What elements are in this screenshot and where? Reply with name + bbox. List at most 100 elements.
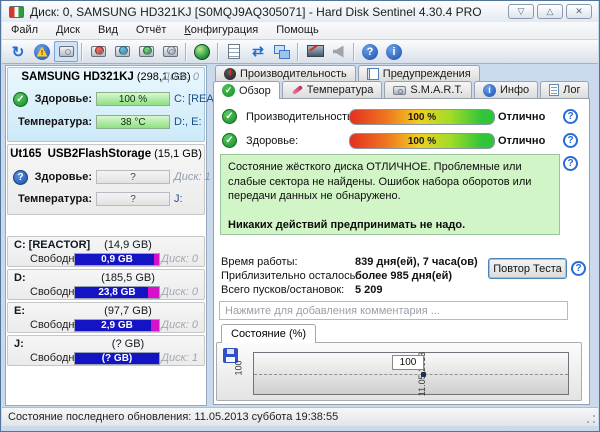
status-message: Состояние жёсткого диска ОТЛИЧНОЕ. Пробл… xyxy=(228,160,552,204)
toolbar-separator xyxy=(81,43,83,61)
tab-log[interactable]: Лог xyxy=(540,81,589,98)
pages-icon xyxy=(367,68,379,80)
help-icon[interactable]: ? xyxy=(358,41,382,62)
partition-row-e[interactable]: E: (97,7 GB) Свободно 2,9 GB Диск: 0 xyxy=(7,302,205,333)
status-action: Никаких действий предпринимать не надо. xyxy=(228,218,552,233)
menu-bar: Файл Диск Вид Отчёт Конфигурация Помощь xyxy=(2,22,598,40)
performance-rating: Отлично xyxy=(498,111,545,123)
app-window: Диск: 0, SAMSUNG HD321KJ [S0MQJ9AQ305071… xyxy=(0,0,600,432)
free-space-bar: 0,9 GB xyxy=(74,253,160,266)
tab-condition-chart[interactable]: Состояние (%) xyxy=(221,324,316,343)
maximize-button[interactable] xyxy=(537,4,563,19)
network-disks-icon[interactable] xyxy=(190,41,214,62)
free-label: Свободно xyxy=(30,253,81,265)
tab-alerts[interactable]: Предупреждения xyxy=(358,65,480,81)
device-item-usb[interactable]: Ut165 USB2FlashStorage (15,1 GB) ? Здоро… xyxy=(7,144,205,215)
status-message-box: Состояние жёсткого диска ОТЛИЧНОЕ. Пробл… xyxy=(220,154,560,235)
status-bar: Состояние последнего обновления: 11.05.2… xyxy=(2,407,598,426)
help-status-icon[interactable]: ? xyxy=(563,156,578,171)
partition-disk-number: Диск: 0 xyxy=(161,253,198,265)
free-space-bar: 2,9 GB xyxy=(74,319,160,332)
free-segment xyxy=(154,254,159,265)
sound-alerts-icon[interactable] xyxy=(326,41,350,62)
menu-disk[interactable]: Диск xyxy=(47,22,89,39)
close-button[interactable] xyxy=(566,4,592,19)
thermometer-icon xyxy=(291,84,303,96)
power-on-time-value: 839 дня(ей), 7 часа(ов) xyxy=(355,256,478,268)
help-health-icon[interactable]: ? xyxy=(563,133,578,148)
disk-performance-icon[interactable] xyxy=(86,41,110,62)
disk-overview-icon[interactable] xyxy=(54,41,78,62)
retest-button[interactable]: Повтор Теста xyxy=(488,258,567,279)
free-space-bar: 23,8 GB xyxy=(74,286,160,299)
partition-row-j[interactable]: J: (? GB) Свободно (? GB) Диск: 1 xyxy=(7,335,205,366)
help-performance-icon[interactable]: ? xyxy=(563,109,578,124)
surface-test-icon[interactable] xyxy=(302,41,326,62)
alerts-icon[interactable]: ! xyxy=(30,41,54,62)
partition-size: (185,5 GB) xyxy=(68,272,188,284)
device-name: SAMSUNG HD321KJ xyxy=(21,71,133,83)
partition-row-c[interactable]: C: [REACTOR] (14,9 GB) Свободно 0,9 GB Д… xyxy=(7,236,205,267)
disk-health-icon[interactable]: ✓ xyxy=(134,41,158,62)
partition-disk-number: Диск: 1 xyxy=(161,352,198,364)
refresh-icon[interactable]: ↻ xyxy=(6,41,30,62)
info-icon: i xyxy=(483,84,496,97)
toolbar-separator xyxy=(185,43,187,61)
toolbar-separator xyxy=(353,43,355,61)
data-point[interactable] xyxy=(421,372,426,377)
health-label: Здоровье: xyxy=(8,93,92,105)
temperature-label: Температура: xyxy=(8,116,92,128)
device-disk-number: Диск: 1 xyxy=(174,171,211,183)
power-on-time-label: Время работы: xyxy=(221,256,298,268)
status-bar-text: Состояние последнего обновления: 11.05.2… xyxy=(8,411,338,423)
resize-grip[interactable] xyxy=(586,414,595,423)
free-segment xyxy=(148,287,159,298)
tab-row-secondary: Производительность Предупреждения xyxy=(215,65,480,81)
performance-ok-icon: ✓ xyxy=(222,109,237,124)
menu-report[interactable]: Отчёт xyxy=(127,22,175,39)
partition-row-d[interactable]: D: (185,5 GB) Свободно 23,8 GB Диск: 0 xyxy=(7,269,205,300)
menu-view[interactable]: Вид xyxy=(89,22,127,39)
toolbar: ↻ ! ✓ ⇄ ? i xyxy=(2,40,598,64)
health-gradient-bar: 100 % xyxy=(349,133,495,149)
free-space-bar: (? GB) xyxy=(74,352,160,365)
partition-name: J: xyxy=(14,338,24,350)
tab-info[interactable]: iИнфо xyxy=(474,81,538,98)
free-label: Свободно xyxy=(30,286,81,298)
free-label: Свободно xyxy=(30,352,81,364)
estimated-remaining-label: Приблизительно осталось: xyxy=(221,270,358,282)
tab-temperature[interactable]: Температура xyxy=(282,81,383,98)
tab-smart[interactable]: S.M.A.R.T. xyxy=(384,81,472,98)
menu-file[interactable]: Файл xyxy=(2,22,47,39)
disk-analyze-icon[interactable] xyxy=(158,41,182,62)
help-retest-icon[interactable]: ? xyxy=(571,261,586,276)
health-label: Здоровье: xyxy=(246,135,298,147)
report-icon[interactable] xyxy=(222,41,246,62)
comment-input[interactable] xyxy=(219,301,568,320)
remote-monitor-icon[interactable] xyxy=(270,41,294,62)
app-icon xyxy=(9,6,24,18)
smart-icon xyxy=(393,86,406,95)
minimize-button[interactable] xyxy=(508,4,534,19)
health-rating: Отлично xyxy=(498,135,545,147)
free-label: Свободно xyxy=(30,319,81,331)
performance-gradient-bar: 100 % xyxy=(349,109,495,125)
partition-size: (? GB) xyxy=(68,338,188,350)
health-bar: ? xyxy=(96,170,170,184)
tab-row-primary: ✓Обзор Температура S.M.A.R.T. iИнфо Лог xyxy=(213,81,589,98)
device-item-samsung[interactable]: SAMSUNG HD321KJ (298,1 GB) Диск: 0 ✓ Здо… xyxy=(7,67,205,142)
free-segment xyxy=(151,320,159,331)
start-stop-count-label: Всего пусков/остановок: xyxy=(221,284,344,296)
tab-overview[interactable]: ✓Обзор xyxy=(213,81,280,99)
disk-temperature-icon[interactable] xyxy=(110,41,134,62)
sync-icon[interactable]: ⇄ xyxy=(246,41,270,62)
menu-help[interactable]: Помощь xyxy=(267,22,328,39)
menu-configuration[interactable]: Конфигурация xyxy=(175,22,267,39)
about-icon[interactable]: i xyxy=(382,41,406,62)
partition-size: (97,7 GB) xyxy=(68,305,188,317)
partition-size: (14,9 GB) xyxy=(68,239,188,251)
device-panel: SAMSUNG HD321KJ (298,1 GB) Диск: 0 ✓ Здо… xyxy=(5,65,207,406)
condition-chart-plot: 11.05.2013 100 xyxy=(253,352,569,395)
temperature-bar: ? xyxy=(96,192,170,206)
tab-performance[interactable]: Производительность xyxy=(215,65,356,81)
